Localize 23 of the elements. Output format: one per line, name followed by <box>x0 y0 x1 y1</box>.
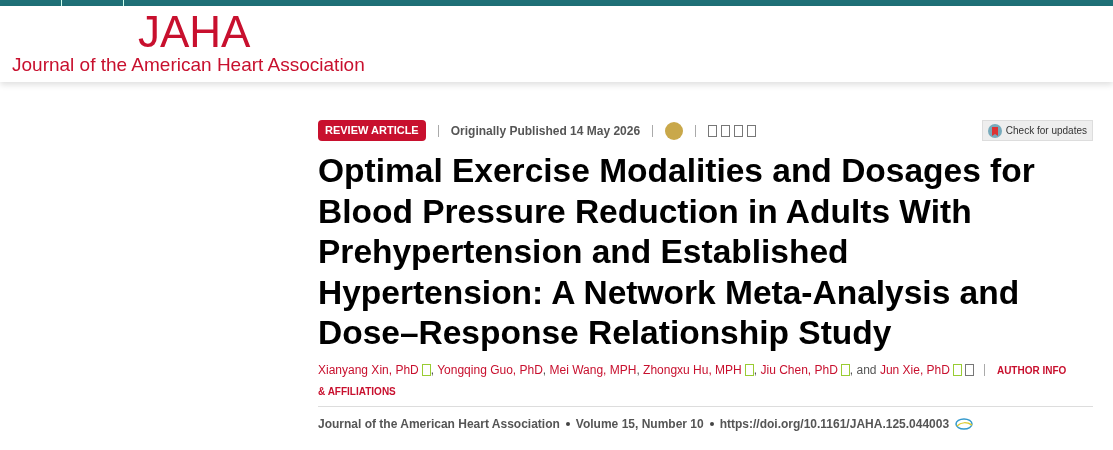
author-info-link[interactable]: AUTHOR INFO <box>996 364 1067 376</box>
separator-text: , and <box>849 362 878 377</box>
author-link[interactable]: Jun Xie, PhD <box>879 362 950 377</box>
doi-link[interactable]: https://doi.org/10.1161/JAHA.125.044003 <box>719 414 950 433</box>
bookmark-icon <box>987 123 1002 138</box>
separator-text: , <box>636 362 641 377</box>
article-title: Optimal Exercise Modalities and Dosages for Blood Pressure Reduction in Adults With Prehypertension and Established Hypertension: A Network Meta-Analysis and Dose–Response Relationship Study <box>318 151 1036 353</box>
logo[interactable]: JAHA <box>138 10 251 54</box>
author-link[interactable]: Jiu Chen, PhD <box>760 362 838 377</box>
separator-text: , <box>542 362 548 377</box>
check-updates-button[interactable]: Check for updates <box>981 120 1093 141</box>
separator-text: , <box>430 362 436 377</box>
journal-citation: Journal of the American Heart Association <box>318 415 560 433</box>
author-link[interactable]: Zhongxu Hu, MPH <box>643 362 742 377</box>
affiliations-link[interactable]: & AFFILIATIONS <box>318 385 396 397</box>
volume-number: Volume 15, Number 10 <box>575 415 704 433</box>
author-link[interactable]: Yongqing Guo, PhD <box>437 362 543 377</box>
author-link[interactable]: Xianyang Xin, PhD <box>318 362 419 377</box>
article-type-badge: REVIEW ARTICLE <box>318 120 426 141</box>
publication-date: Originally Published 14 May 2026 <box>450 122 641 140</box>
separator-text: , <box>753 362 759 377</box>
journal-name[interactable]: Journal of the American Heart Association <box>12 54 365 76</box>
globe-icon[interactable] <box>955 417 974 430</box>
